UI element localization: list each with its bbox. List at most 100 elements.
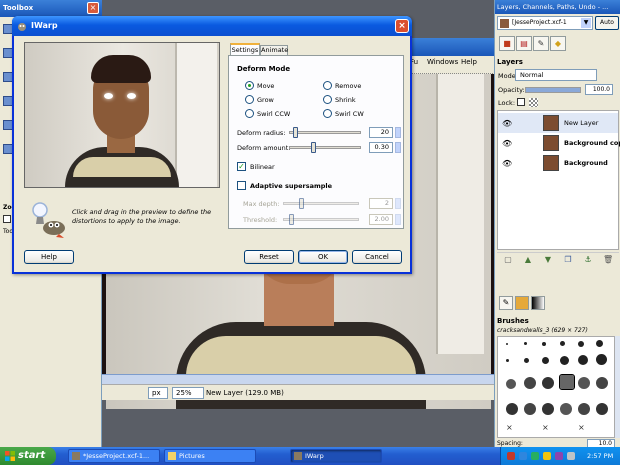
reset-button[interactable]: Reset xyxy=(244,250,294,264)
volume-icon[interactable] xyxy=(567,452,575,460)
brush-item[interactable] xyxy=(506,403,518,415)
brush-item[interactable] xyxy=(524,377,536,389)
deform-amount-thumb[interactable] xyxy=(311,142,316,153)
radio-remove[interactable] xyxy=(323,81,332,90)
brush-item[interactable]: × xyxy=(542,424,549,432)
mode-select[interactable]: Normal xyxy=(515,69,597,81)
bilinear-checkbox[interactable]: ✓ xyxy=(237,162,246,171)
radio-swirl-cw[interactable] xyxy=(323,109,332,118)
brush-item[interactable] xyxy=(596,354,607,365)
tab-gradients-icon[interactable] xyxy=(531,296,545,310)
deform-radius-thumb[interactable] xyxy=(293,127,298,138)
brush-item[interactable] xyxy=(578,341,584,347)
tray-icon[interactable] xyxy=(519,452,527,460)
brush-item[interactable] xyxy=(578,377,590,389)
brush-item-selected[interactable] xyxy=(559,374,575,390)
tab-undo-icon[interactable]: ◆ xyxy=(550,36,566,51)
tab-animate[interactable]: Animate xyxy=(260,45,288,55)
brush-item[interactable] xyxy=(542,377,554,389)
lock-checkbox[interactable] xyxy=(517,98,525,106)
iwarp-preview[interactable] xyxy=(24,42,220,188)
brush-item[interactable] xyxy=(596,340,603,347)
radio-shrink[interactable] xyxy=(323,95,332,104)
close-icon[interactable]: × xyxy=(87,2,99,14)
tab-brushes-icon[interactable]: ✎ xyxy=(499,296,513,310)
layer-row[interactable]: 👁 Background copy xyxy=(498,133,620,153)
task-pictures[interactable]: Pictures xyxy=(164,449,256,463)
opacity-input[interactable]: 100.0 xyxy=(585,84,613,95)
tab-channels-icon[interactable]: ▤ xyxy=(516,36,532,51)
lower-layer-icon[interactable]: ▼ xyxy=(543,255,553,265)
tab-settings[interactable]: Settings xyxy=(230,43,260,55)
help-button[interactable]: Help xyxy=(24,250,74,264)
layer-row[interactable]: 👁 Background xyxy=(498,153,618,173)
ok-button[interactable]: OK xyxy=(298,250,348,264)
brush-item[interactable] xyxy=(506,379,516,389)
brush-item[interactable] xyxy=(542,403,554,415)
adaptive-supersample-checkbox[interactable] xyxy=(237,181,246,190)
menu-item-help[interactable]: Help xyxy=(461,58,477,66)
brush-item[interactable] xyxy=(542,342,546,346)
spin-arrows-icon[interactable] xyxy=(395,127,401,138)
dock-title[interactable]: Layers, Channels, Paths, Undo - ... xyxy=(495,0,620,14)
tool-option-checkbox[interactable] xyxy=(3,215,11,223)
layer-row[interactable]: 👁 New Layer xyxy=(498,113,618,133)
start-button[interactable]: start xyxy=(0,447,56,465)
brush-item[interactable] xyxy=(560,341,565,346)
tray-icon[interactable] xyxy=(507,452,515,460)
raise-layer-icon[interactable]: ▲ xyxy=(523,255,533,265)
unit-select[interactable]: px xyxy=(148,387,168,399)
brush-item[interactable] xyxy=(596,377,608,389)
spin-arrows-icon[interactable] xyxy=(395,142,401,153)
menu-item-windows[interactable]: Windows xyxy=(427,58,458,66)
task-gimp-image[interactable]: *JesseProject.xcf-1... xyxy=(68,449,160,463)
deform-amount-input[interactable]: 0.30 xyxy=(369,142,393,153)
brush-scrollbar[interactable] xyxy=(615,336,620,438)
cancel-button[interactable]: Cancel xyxy=(352,250,402,264)
tab-paths-icon[interactable]: ✎ xyxy=(533,36,549,51)
threshold-slider xyxy=(283,218,359,221)
tray-icon[interactable] xyxy=(531,452,539,460)
zoom-select[interactable]: 25% xyxy=(172,387,204,399)
auto-button[interactable]: Auto xyxy=(595,16,619,30)
radio-grow[interactable] xyxy=(245,95,254,104)
eye-icon[interactable]: 👁 xyxy=(502,159,512,168)
radio-move[interactable] xyxy=(245,81,254,90)
deform-amount-slider[interactable] xyxy=(289,146,361,149)
brush-grid[interactable]: × × × xyxy=(497,336,615,438)
brush-item[interactable] xyxy=(506,343,508,345)
new-layer-icon[interactable]: ▢ xyxy=(503,255,513,265)
brush-item[interactable] xyxy=(596,403,608,415)
eye-icon[interactable]: 👁 xyxy=(502,119,512,128)
chevron-down-icon[interactable]: ▼ xyxy=(581,18,591,28)
brush-item[interactable] xyxy=(506,359,509,362)
brush-item[interactable] xyxy=(524,403,536,415)
brush-item[interactable] xyxy=(524,342,527,345)
task-iwarp[interactable]: IWarp xyxy=(290,449,382,463)
brush-item[interactable] xyxy=(578,403,590,415)
brush-item[interactable] xyxy=(524,358,529,363)
tab-patterns-icon[interactable] xyxy=(515,296,529,310)
delete-layer-icon[interactable]: 🗑 xyxy=(603,255,613,265)
brush-item[interactable] xyxy=(578,355,588,365)
brush-item[interactable] xyxy=(560,403,572,415)
anchor-layer-icon[interactable]: ⚓ xyxy=(583,255,593,265)
iwarp-titlebar[interactable]: IWarp × xyxy=(12,16,412,36)
opacity-slider[interactable] xyxy=(525,87,581,93)
tab-layers-icon[interactable]: ■ xyxy=(499,36,515,51)
deform-radius-slider[interactable] xyxy=(289,131,361,134)
brush-item[interactable] xyxy=(560,356,569,365)
deform-radius-input[interactable]: 20 xyxy=(369,127,393,138)
tray-icon[interactable] xyxy=(543,452,551,460)
brush-item[interactable]: × xyxy=(578,424,585,432)
close-icon[interactable]: × xyxy=(395,19,409,33)
duplicate-layer-icon[interactable]: ❐ xyxy=(563,255,573,265)
brush-item[interactable] xyxy=(542,357,549,364)
horizontal-scrollbar[interactable] xyxy=(100,374,495,384)
eye-icon[interactable]: 👁 xyxy=(502,139,512,148)
tray-icon[interactable] xyxy=(555,452,563,460)
radio-swirl-ccw[interactable] xyxy=(245,109,254,118)
gimp-icon xyxy=(294,452,302,460)
brush-item[interactable]: × xyxy=(506,424,513,432)
image-select[interactable]: [JesseProject.xcf-1 ▼ xyxy=(497,16,593,30)
